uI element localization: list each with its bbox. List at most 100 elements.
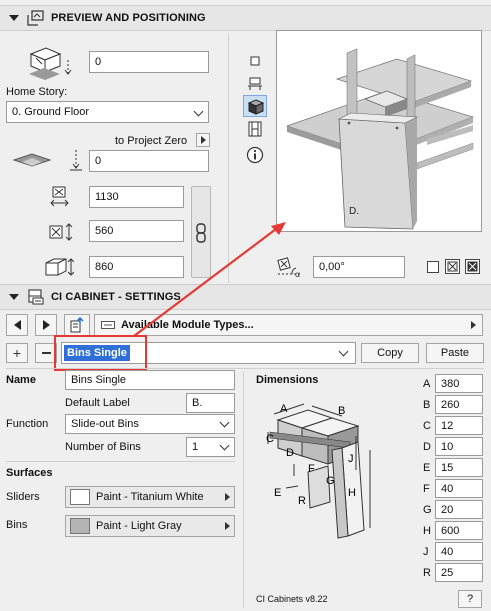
play-icon (471, 321, 476, 329)
dimension-input-a[interactable]: 380 (435, 374, 483, 393)
play-icon (225, 522, 230, 530)
default-label-label: Default Label (65, 397, 130, 409)
width-input[interactable]: 1130 (89, 186, 184, 208)
dimension-key-e: E (423, 462, 431, 474)
chevron-down-icon (193, 106, 204, 117)
home-story-value: 0. Ground Floor (12, 106, 90, 118)
mirror-y-checkbox[interactable] (465, 259, 480, 274)
dimension-input-e[interactable]: 15 (435, 458, 483, 477)
bins-swatch (70, 518, 90, 534)
paste-button[interactable]: Paste (426, 343, 484, 363)
bins-material-picker[interactable]: Paint - Light Gray (65, 515, 235, 537)
diagram-letter-h: H (348, 487, 356, 499)
settings-column-divider (243, 372, 244, 608)
preview-section-title: PREVIEW AND POSITIONING (51, 12, 206, 24)
chevron-down-icon (219, 417, 230, 428)
collapse-triangle-icon[interactable] (9, 15, 19, 21)
dimension-key-c: C (423, 420, 431, 432)
view-3d-button[interactable] (243, 95, 267, 117)
module-favorites-icon (70, 317, 84, 333)
diagram-letter-f: F (308, 463, 315, 475)
surfaces-divider (6, 461, 235, 462)
dimension-key-b: B (423, 399, 431, 411)
cabinet-3d-preview: D. (285, 48, 475, 230)
diagram-letter-b: B (338, 405, 345, 417)
to-project-zero-label: to Project Zero (115, 135, 188, 147)
number-of-bins-label: Number of Bins (65, 441, 141, 453)
sliders-label: Sliders (6, 491, 40, 503)
dimensions-title: Dimensions (256, 374, 319, 386)
mirror-x-icon (447, 261, 458, 272)
dimension-key-d: D (423, 441, 431, 453)
play-icon (200, 136, 206, 144)
number-of-bins-select[interactable]: 1 (186, 437, 235, 457)
preview-section-header[interactable]: PREVIEW AND POSITIONING (0, 5, 491, 31)
dimension-key-h: H (423, 525, 431, 537)
sliders-material-picker[interactable]: Paint - Titanium White (65, 486, 235, 508)
arrow-left-icon (13, 320, 21, 330)
diagram-letter-j: J (348, 453, 354, 465)
default-label-input[interactable]: B. (186, 393, 235, 413)
dimension-key-j: J (423, 546, 429, 558)
dimension-key-a: A (423, 378, 431, 390)
dimension-key-f: F (423, 483, 430, 495)
settings-divider (6, 368, 484, 369)
diagram-letter-g: G (326, 475, 335, 487)
diagram-letter-d: D (286, 447, 294, 459)
minus-icon (41, 352, 51, 354)
view-2d-icon[interactable] (249, 55, 261, 67)
dimension-input-b[interactable]: 260 (435, 395, 483, 414)
dimension-input-r[interactable]: 25 (435, 563, 483, 582)
cabinet-settings-icon (28, 289, 44, 305)
dimension-input-d[interactable]: 10 (435, 437, 483, 456)
preview-positioning-icon (27, 10, 44, 26)
arrow-right-icon (42, 320, 50, 330)
module-list-icon (101, 321, 115, 329)
copy-button[interactable]: Copy (361, 343, 419, 363)
preview-3d-canvas[interactable]: D. (276, 30, 482, 232)
filmstrip-icon[interactable] (246, 120, 264, 138)
svg-text:α: α (295, 270, 300, 277)
depth-icon (49, 223, 73, 241)
collapse-triangle-icon[interactable] (9, 294, 19, 300)
dimension-key-r: R (423, 567, 431, 579)
project-zero-input[interactable]: 0 (89, 150, 209, 172)
project-zero-toggle-button[interactable] (196, 133, 210, 147)
play-icon (225, 493, 230, 501)
dimension-input-g[interactable]: 20 (435, 500, 483, 519)
rotation-angle-input[interactable]: 0,00° (313, 256, 405, 278)
diagram-letter-a: A (280, 403, 288, 415)
bins-label: Bins (6, 519, 28, 531)
mirror-off-checkbox[interactable] (427, 261, 439, 273)
home-story-label: Home Story: (6, 86, 68, 98)
diagram-letter-e: E (274, 487, 281, 499)
function-label: Function (6, 418, 49, 430)
preview-tag-label: D. (349, 206, 359, 217)
dimension-input-j[interactable]: 40 (435, 542, 483, 561)
plus-icon: + (12, 345, 22, 361)
dimension-input-c[interactable]: 12 (435, 416, 483, 435)
help-button[interactable]: ? (458, 590, 482, 608)
info-icon[interactable] (246, 146, 264, 164)
diagram-letter-c: C (266, 433, 274, 445)
module-favorites-button[interactable] (64, 314, 90, 336)
name-label: Name (6, 374, 36, 386)
function-value: Slide-out Bins (71, 418, 139, 430)
function-select[interactable]: Slide-out Bins (65, 414, 235, 434)
cube-3d-icon (248, 99, 264, 115)
elevation-icon (29, 47, 72, 80)
bin-dimensions-diagram: A B C D E F G H J R (266, 403, 371, 539)
mirror-x-checkbox[interactable] (445, 259, 460, 274)
height-icon (45, 258, 74, 276)
elevation-input[interactable]: 0 (89, 51, 209, 73)
dimension-input-h[interactable]: 600 (435, 521, 483, 540)
view-section-icon[interactable] (246, 76, 264, 92)
project-zero-icon (12, 150, 82, 171)
bins-material-value: Paint - Light Gray (96, 520, 182, 532)
next-module-button[interactable] (35, 314, 57, 336)
dimension-input-f[interactable]: 40 (435, 479, 483, 498)
home-story-select[interactable]: 0. Ground Floor (6, 101, 209, 123)
add-module-button[interactable]: + (6, 343, 28, 363)
previous-module-button[interactable] (6, 314, 28, 336)
name-input[interactable]: Bins Single (65, 370, 235, 390)
